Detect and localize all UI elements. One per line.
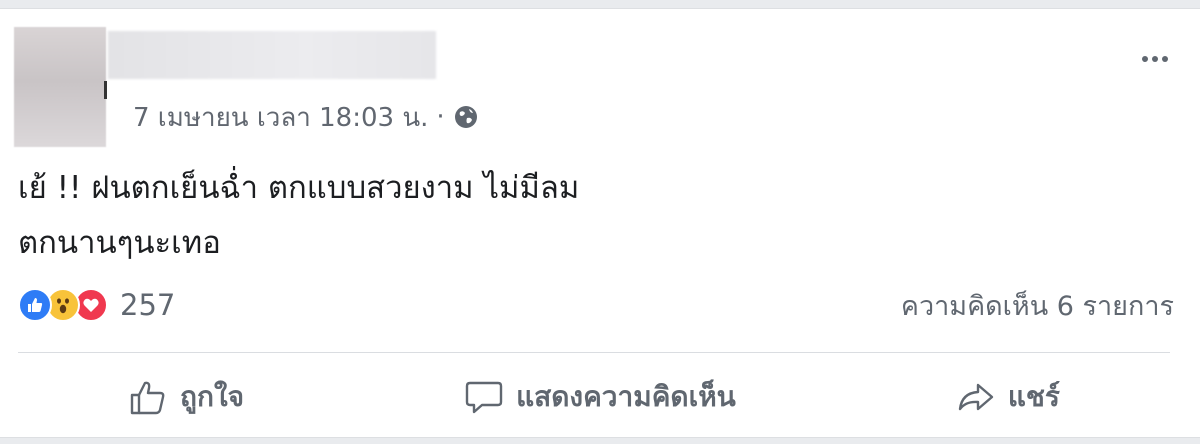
share-arrow-icon <box>958 383 994 411</box>
avatar-edge-mark <box>104 81 107 99</box>
like-reaction-icon <box>18 288 52 322</box>
reaction-count[interactable]: 257 <box>120 288 175 322</box>
comment-button[interactable]: แสดงความคิดเห็น <box>444 369 756 425</box>
post-text-line: ตกนานๆนะเทอ <box>18 225 221 261</box>
like-label: ถูกใจ <box>180 380 245 413</box>
avatar[interactable] <box>14 27 106 147</box>
post-body: เย้ !! ฝนตกเย็นฉ่ำ ตกแบบสวยงาม ไม่มีลม ต… <box>18 161 1118 271</box>
post-card: 7 เมษายน เวลา 18:03 น. · เย้ !! ฝนตกเย็น… <box>0 8 1200 438</box>
comments-count-link[interactable]: ความคิดเห็น 6 รายการ <box>901 285 1174 325</box>
thumbs-up-icon <box>130 381 165 415</box>
comment-label: แสดงความคิดเห็น <box>516 380 736 413</box>
share-button[interactable]: แชร์ <box>936 369 1080 425</box>
like-button[interactable]: ถูกใจ <box>108 369 264 425</box>
meta-separator: · <box>436 102 445 132</box>
post-text-line: เย้ !! ฝนตกเย็นฉ่ำ ตกแบบสวยงาม ไม่มีลม <box>18 170 580 206</box>
author-name-redacted[interactable] <box>108 31 436 79</box>
more-dot <box>1162 56 1168 62</box>
more-options-icon[interactable] <box>1132 47 1178 71</box>
post-meta: 7 เมษายน เวลา 18:03 น. · <box>133 97 479 137</box>
globe-icon[interactable] <box>453 104 479 130</box>
more-dot <box>1152 56 1158 62</box>
divider <box>18 352 1170 353</box>
post-timestamp[interactable]: 7 เมษายน เวลา 18:03 น. <box>133 97 428 138</box>
comment-bubble-icon <box>465 381 503 414</box>
post-actions-bar: ถูกใจ แสดงความคิดเห็น แชร์ <box>18 365 1170 429</box>
more-dot <box>1142 56 1148 62</box>
reactions-summary[interactable]: 257 <box>18 285 175 325</box>
share-label: แชร์ <box>1007 380 1060 413</box>
